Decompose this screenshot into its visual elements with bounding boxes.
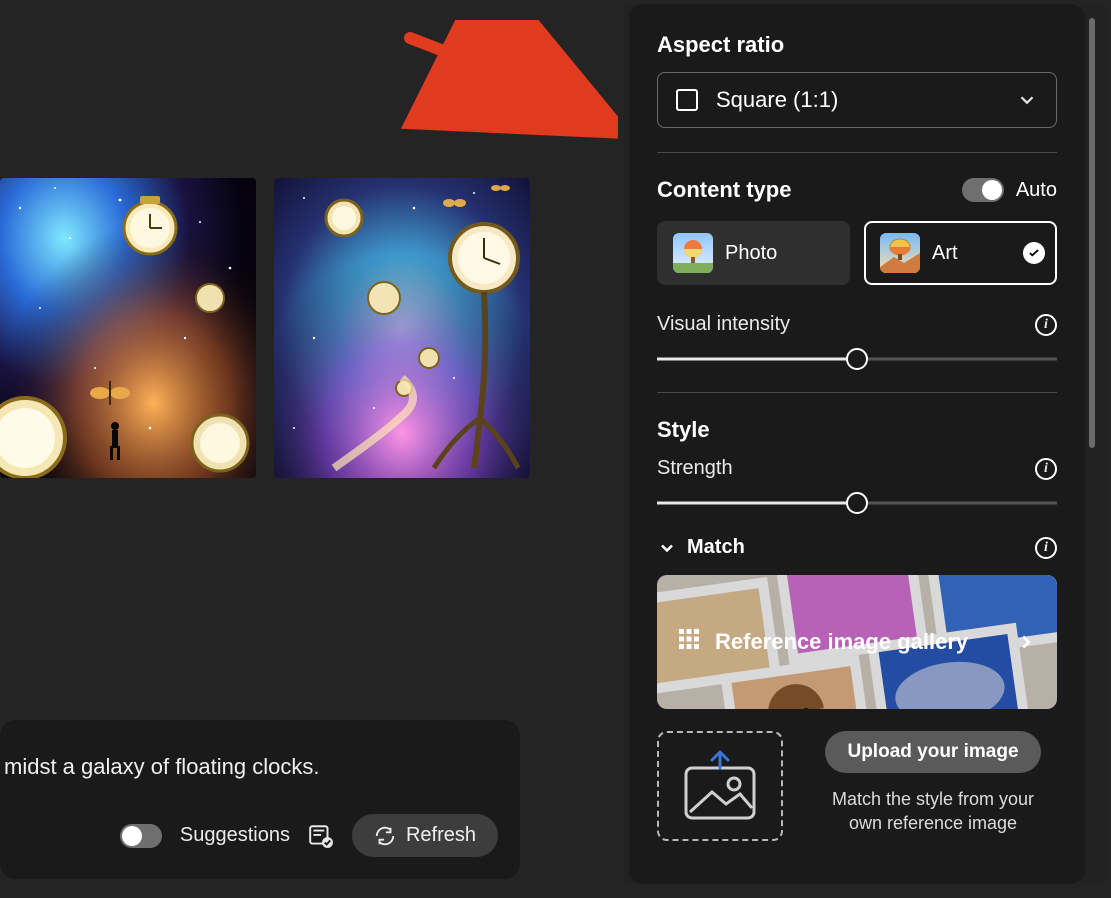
style-heading: Style xyxy=(657,417,1057,443)
prompt-actions: Suggestions Refresh xyxy=(0,814,498,857)
settings-panel-container: Aspect ratio Square (1:1) Content type A… xyxy=(623,4,1107,884)
suggestions-toggle[interactable] xyxy=(120,824,162,848)
content-type-label: Content type xyxy=(657,177,791,203)
divider xyxy=(657,152,1057,153)
chevron-right-icon xyxy=(1015,631,1037,653)
reference-gallery-button[interactable]: Reference image gallery xyxy=(657,575,1057,709)
annotation-arrow xyxy=(398,20,618,150)
settings-panel: Aspect ratio Square (1:1) Content type A… xyxy=(629,4,1085,884)
visual-intensity-label: Visual intensity xyxy=(657,313,790,336)
selected-check-icon xyxy=(1023,242,1045,264)
upload-dropzone[interactable] xyxy=(657,731,783,841)
prompt-text[interactable]: midst a galaxy of floating clocks. xyxy=(4,754,498,780)
photo-thumb-icon xyxy=(673,233,713,273)
chevron-down-icon xyxy=(1016,89,1038,111)
match-label: Match xyxy=(687,536,745,559)
info-icon[interactable]: i xyxy=(1035,458,1057,480)
strength-label: Strength xyxy=(657,457,733,480)
upload-image-button[interactable]: Upload your image xyxy=(825,731,1040,773)
strength-slider[interactable] xyxy=(657,492,1057,514)
info-icon[interactable]: i xyxy=(1035,537,1057,559)
text-check-icon[interactable] xyxy=(308,823,334,849)
square-icon xyxy=(676,89,698,111)
panel-fade xyxy=(629,864,1085,884)
auto-toggle[interactable] xyxy=(962,178,1004,202)
info-icon[interactable]: i xyxy=(1035,314,1057,336)
aspect-ratio-value: Square (1:1) xyxy=(716,87,998,113)
aspect-ratio-select[interactable]: Square (1:1) xyxy=(657,72,1057,128)
content-type-options: Photo Art xyxy=(657,221,1057,285)
content-type-photo[interactable]: Photo xyxy=(657,221,850,285)
generated-image-1[interactable] xyxy=(0,178,256,478)
generated-image-2[interactable] xyxy=(274,178,530,478)
content-type-photo-label: Photo xyxy=(725,242,777,265)
art-thumb-icon xyxy=(880,233,920,273)
grid-icon xyxy=(677,627,701,657)
auto-label: Auto xyxy=(1016,179,1057,202)
chevron-down-icon[interactable] xyxy=(657,538,677,558)
refresh-icon xyxy=(374,825,396,847)
refresh-button[interactable]: Refresh xyxy=(352,814,498,857)
content-type-art[interactable]: Art xyxy=(864,221,1057,285)
aspect-ratio-label: Aspect ratio xyxy=(657,32,1057,58)
generated-images-row xyxy=(0,178,530,478)
content-type-art-label: Art xyxy=(932,242,958,265)
upload-image-icon xyxy=(680,750,760,822)
upload-description: Match the style from your own reference … xyxy=(832,787,1034,836)
refresh-label: Refresh xyxy=(406,824,476,847)
divider xyxy=(657,392,1057,393)
upload-section: Upload your image Match the style from y… xyxy=(657,731,1057,841)
gallery-label: Reference image gallery xyxy=(715,629,968,655)
prompt-bar: midst a galaxy of floating clocks. Sugge… xyxy=(0,720,520,879)
suggestions-label: Suggestions xyxy=(180,824,290,847)
scrollbar-thumb[interactable] xyxy=(1089,18,1095,448)
visual-intensity-slider[interactable] xyxy=(657,348,1057,370)
